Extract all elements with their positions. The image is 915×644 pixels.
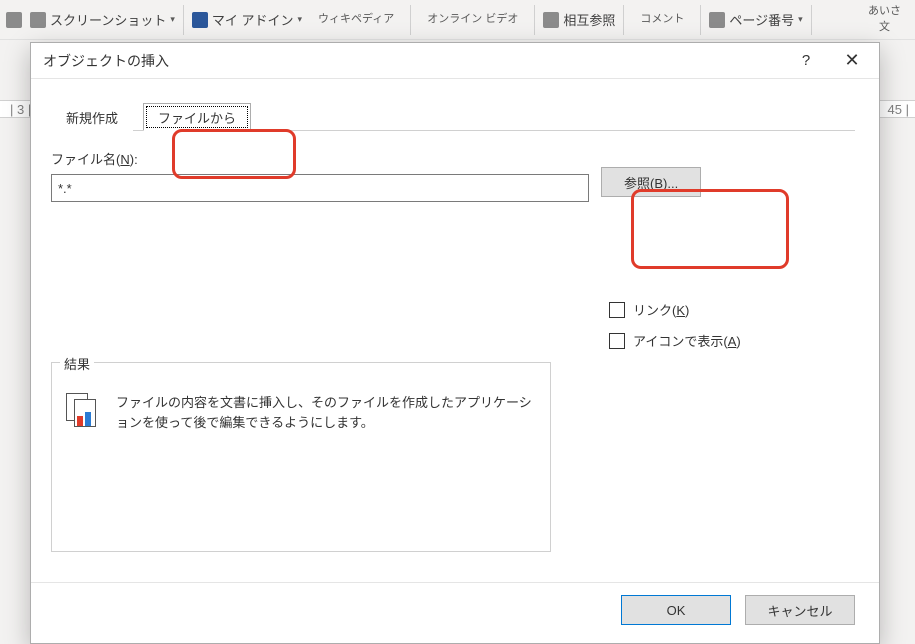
chevron-down-icon: ▾ [298,14,303,25]
myaddin-label: マイ アドイン [212,10,294,29]
insert-object-dialog: オブジェクトの挿入 ? ✕ 新規作成 ファイルから ファイル名(N): 参照(B… [30,42,880,644]
checkbox-icon [609,302,625,318]
tab-from-file[interactable]: ファイルから [143,103,251,131]
screenshot-button[interactable]: スクリーンショット ▾ [30,10,175,29]
chevron-down-icon: ▾ [798,14,803,25]
tab-file-label: ファイルから [158,108,236,127]
crossref-label: 相互参照 [563,10,615,29]
screenshot-label: スクリーンショット [50,10,166,29]
myaddin-button[interactable]: マイ アドイン ▾ [192,10,302,29]
cancel-button[interactable]: キャンセル [745,595,855,625]
onlinevideo-button[interactable]: オンライン ビデオ [419,13,526,26]
addin-icon [192,12,208,28]
dialog-footer: OK キャンセル [31,582,879,643]
ruler-right: 45 | [888,102,915,117]
display-as-icon-checkbox[interactable]: アイコンで表示(A) [609,331,855,350]
checkbox-icon [609,333,625,349]
separator [183,5,184,35]
result-groupbox: 結果 ファイルの内容を文書に挿入し、そのファイルを作成したアプリケーションを使っ… [51,362,551,552]
separator [410,5,411,35]
aisatsu-label: あいさ [868,5,901,18]
wiki-label: ウィキペディア [318,13,394,26]
onlinevideo-label: オンライン ビデオ [427,13,518,26]
icon-label: アイコンで表示(A) [633,331,741,350]
crossref-icon [543,12,559,28]
browse-button[interactable]: 参照(B)... [601,167,701,197]
placeholder-icon [6,12,22,28]
ribbon-item[interactable] [6,12,22,28]
ribbon: スクリーンショット ▾ マイ アドイン ▾ ウィキペディア オンライン ビデオ … [0,0,915,40]
tabstrip: 新規作成 ファイルから [51,97,855,131]
link-label: リンク(K) [633,300,689,319]
ribbon-right: あいさ 文 [860,5,909,33]
comment-button[interactable]: コメント [632,13,692,26]
dialog-body: 新規作成 ファイルから ファイル名(N): 参照(B)... リ [31,79,879,568]
screenshot-icon [30,12,46,28]
filename-input[interactable] [51,174,589,202]
separator [623,5,624,35]
crossref-button[interactable]: 相互参照 [543,10,615,29]
pagenum-button[interactable]: ページ番号 ▾ [709,10,802,29]
close-button[interactable]: ✕ [829,45,875,77]
pagenum-label: ページ番号 [729,10,794,29]
bun-label: 文 [879,21,890,34]
separator [811,5,812,35]
dialog-title: オブジェクトの挿入 [43,51,783,71]
pagenum-icon [709,12,725,28]
checkbox-column: リンク(K) アイコンで表示(A) [609,300,855,350]
result-legend: 結果 [60,354,94,373]
separator [700,5,701,35]
comment-label: コメント [640,13,684,26]
filename-row: ファイル名(N): 参照(B)... [51,149,855,202]
titlebar: オブジェクトの挿入 ? ✕ [31,43,879,79]
aisatsu-button[interactable]: あいさ 文 [860,5,909,33]
chevron-down-icon: ▾ [170,14,175,25]
help-button[interactable]: ? [783,45,829,77]
ok-button[interactable]: OK [621,595,731,625]
tab-new[interactable]: 新規作成 [51,103,133,131]
link-checkbox[interactable]: リンク(K) [609,300,855,319]
result-description: ファイルの内容を文書に挿入し、そのファイルを作成したアプリケーションを使って後で… [116,393,536,432]
tab-new-label: 新規作成 [66,108,118,127]
wiki-button[interactable]: ウィキペディア [310,13,402,26]
result-icon [66,393,102,429]
filename-label: ファイル名(N): [51,149,589,168]
separator [534,5,535,35]
